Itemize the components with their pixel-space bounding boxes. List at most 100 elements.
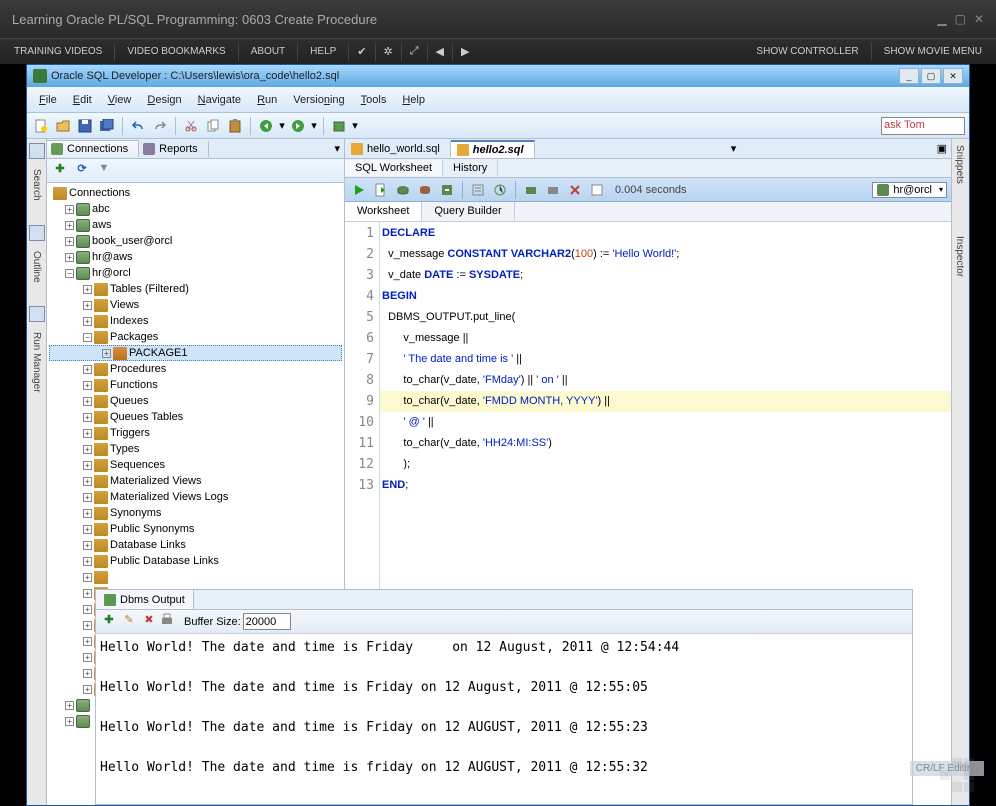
- expand-icon[interactable]: +: [65, 205, 74, 214]
- cut-icon[interactable]: [181, 116, 201, 136]
- new-icon[interactable]: [31, 116, 51, 136]
- expand-icon[interactable]: +: [65, 253, 74, 262]
- inner-maximize-button[interactable]: ▢: [921, 68, 941, 84]
- undo-icon[interactable]: [128, 116, 148, 136]
- expand-icon[interactable]: −: [83, 333, 92, 342]
- menu-help[interactable]: Help: [394, 90, 433, 110]
- rail-outline-tab[interactable]: Outline: [29, 247, 44, 287]
- menu-navigate[interactable]: Navigate: [190, 90, 249, 110]
- expand-icon[interactable]: +: [83, 637, 92, 646]
- tree-folder-dblinks[interactable]: +Database Links: [49, 537, 342, 553]
- subtab-history[interactable]: History: [443, 160, 498, 176]
- back-dropdown-icon[interactable]: ▾: [278, 116, 286, 136]
- rail-outline-icon[interactable]: [29, 225, 45, 241]
- clear-icon[interactable]: [565, 180, 585, 199]
- paste-icon[interactable]: [225, 116, 245, 136]
- outer-menu-training[interactable]: TRAINING VIDEOS: [4, 42, 112, 61]
- expand-icon[interactable]: +: [83, 461, 92, 470]
- connection-selector[interactable]: hr@orcl: [872, 182, 947, 198]
- clear-output-icon[interactable]: ✖: [140, 613, 158, 631]
- tree-folder-more1[interactable]: +: [49, 569, 342, 585]
- menu-view[interactable]: View: [100, 90, 140, 110]
- rail-search-tab[interactable]: Search: [29, 165, 44, 205]
- rail-runmgr-tab[interactable]: Run Manager: [29, 328, 44, 397]
- forward-dropdown-icon[interactable]: ▾: [310, 116, 318, 136]
- rail-runmgr-icon[interactable]: [29, 306, 45, 322]
- outer-close-button[interactable]: ✕: [974, 12, 984, 26]
- expand-icon[interactable]: +: [65, 221, 74, 230]
- expand-icon[interactable]: +: [83, 685, 92, 694]
- expand-icon[interactable]: +: [83, 605, 92, 614]
- tree-folder-indexes[interactable]: +Indexes: [49, 313, 342, 329]
- inspector-tab[interactable]: Inspector: [952, 230, 967, 283]
- show-movie-menu-button[interactable]: SHOW MOVIE MENU: [874, 42, 992, 61]
- expand-icon[interactable]: +: [83, 413, 92, 422]
- tree-folder-functions[interactable]: +Functions: [49, 377, 342, 393]
- redo-icon[interactable]: [150, 116, 170, 136]
- tree-folder-queuestables[interactable]: +Queues Tables: [49, 409, 342, 425]
- tree-folder-matviews[interactable]: +Materialized Views: [49, 473, 342, 489]
- filter-icon[interactable]: ▼: [95, 162, 113, 180]
- show-controller-button[interactable]: SHOW CONTROLLER: [746, 42, 868, 61]
- expand-icon[interactable]: +: [83, 557, 92, 566]
- inner-minimize-button[interactable]: _: [899, 68, 919, 84]
- expand-icon[interactable]: +: [83, 621, 92, 630]
- menu-tools[interactable]: Tools: [353, 90, 395, 110]
- tree-folder-sequences[interactable]: +Sequences: [49, 457, 342, 473]
- snippets-tab[interactable]: Snippets: [952, 139, 967, 190]
- open-icon[interactable]: [53, 116, 73, 136]
- unshared-icon[interactable]: [543, 180, 563, 199]
- outer-menu-about[interactable]: ABOUT: [241, 42, 295, 61]
- tree-folder-synonyms[interactable]: +Synonyms: [49, 505, 342, 521]
- expand-icon[interactable]: +: [83, 365, 92, 374]
- autotrace-icon[interactable]: [490, 180, 510, 199]
- saveall-icon[interactable]: [97, 116, 117, 136]
- subtab-sqlworksheet[interactable]: SQL Worksheet: [345, 160, 443, 176]
- sql-icon[interactable]: [329, 116, 349, 136]
- expand-icon[interactable]: +: [83, 509, 92, 518]
- expand-icon[interactable]: +: [65, 237, 74, 246]
- tree-folder-pubsynonyms[interactable]: +Public Synonyms: [49, 521, 342, 537]
- outer-minimize-button[interactable]: ▁: [937, 12, 946, 26]
- expand-icon[interactable]: +: [83, 653, 92, 662]
- sql-dropdown-icon[interactable]: ▾: [351, 116, 359, 136]
- tree-folder-packages[interactable]: −Packages: [49, 329, 342, 345]
- print-output-icon[interactable]: [160, 613, 178, 631]
- tree-folder-pubdblinks[interactable]: +Public Database Links: [49, 553, 342, 569]
- back-icon[interactable]: [256, 116, 276, 136]
- output-text[interactable]: Hello World! The date and time is Friday…: [96, 634, 912, 804]
- tree-db-hraws[interactable]: +hr@aws: [49, 249, 342, 265]
- save-icon[interactable]: [75, 116, 95, 136]
- outer-menu-bookmarks[interactable]: VIDEO BOOKMARKS: [117, 42, 235, 61]
- refresh-connection-icon[interactable]: ⟳: [73, 162, 91, 180]
- tree-root[interactable]: Connections: [49, 185, 342, 201]
- conn-panel-options-icon[interactable]: ▾: [330, 142, 344, 155]
- tree-folder-triggers[interactable]: +Triggers: [49, 425, 342, 441]
- connections-tab[interactable]: Connections: [47, 140, 139, 157]
- querybuilder-tab[interactable]: Query Builder: [422, 202, 514, 221]
- tree-db-aws[interactable]: +aws: [49, 217, 342, 233]
- sql-tuning-icon[interactable]: [521, 180, 541, 199]
- expand-icon[interactable]: +: [83, 381, 92, 390]
- expand-icon[interactable]: +: [83, 317, 92, 326]
- explain-plan-icon[interactable]: [468, 180, 488, 199]
- tree-folder-queues[interactable]: +Queues: [49, 393, 342, 409]
- expand-icon[interactable]: +: [83, 477, 92, 486]
- history-icon[interactable]: [587, 180, 607, 199]
- expand-icon[interactable]: +: [83, 285, 92, 294]
- expand-icon[interactable]: +: [83, 445, 92, 454]
- menu-design[interactable]: Design: [139, 90, 189, 110]
- gear-icon[interactable]: ✲: [378, 43, 399, 60]
- expand-icon[interactable]: ⤢: [404, 43, 425, 60]
- inner-title-bar[interactable]: Oracle SQL Developer : C:\Users\lewis\or…: [27, 65, 969, 87]
- menu-run[interactable]: Run: [249, 90, 285, 110]
- menu-versioning[interactable]: Versioning: [285, 90, 352, 110]
- enable-output-icon[interactable]: ✚: [100, 613, 118, 631]
- reports-tab[interactable]: Reports: [139, 141, 209, 157]
- ask-tom-box[interactable]: ask Tom: [881, 117, 965, 135]
- tree-db-abc[interactable]: +abc: [49, 201, 342, 217]
- expand-icon[interactable]: +: [83, 397, 92, 406]
- outer-maximize-button[interactable]: ▢: [955, 12, 966, 26]
- buffer-size-input[interactable]: [243, 613, 291, 630]
- new-connection-icon[interactable]: ✚: [51, 162, 69, 180]
